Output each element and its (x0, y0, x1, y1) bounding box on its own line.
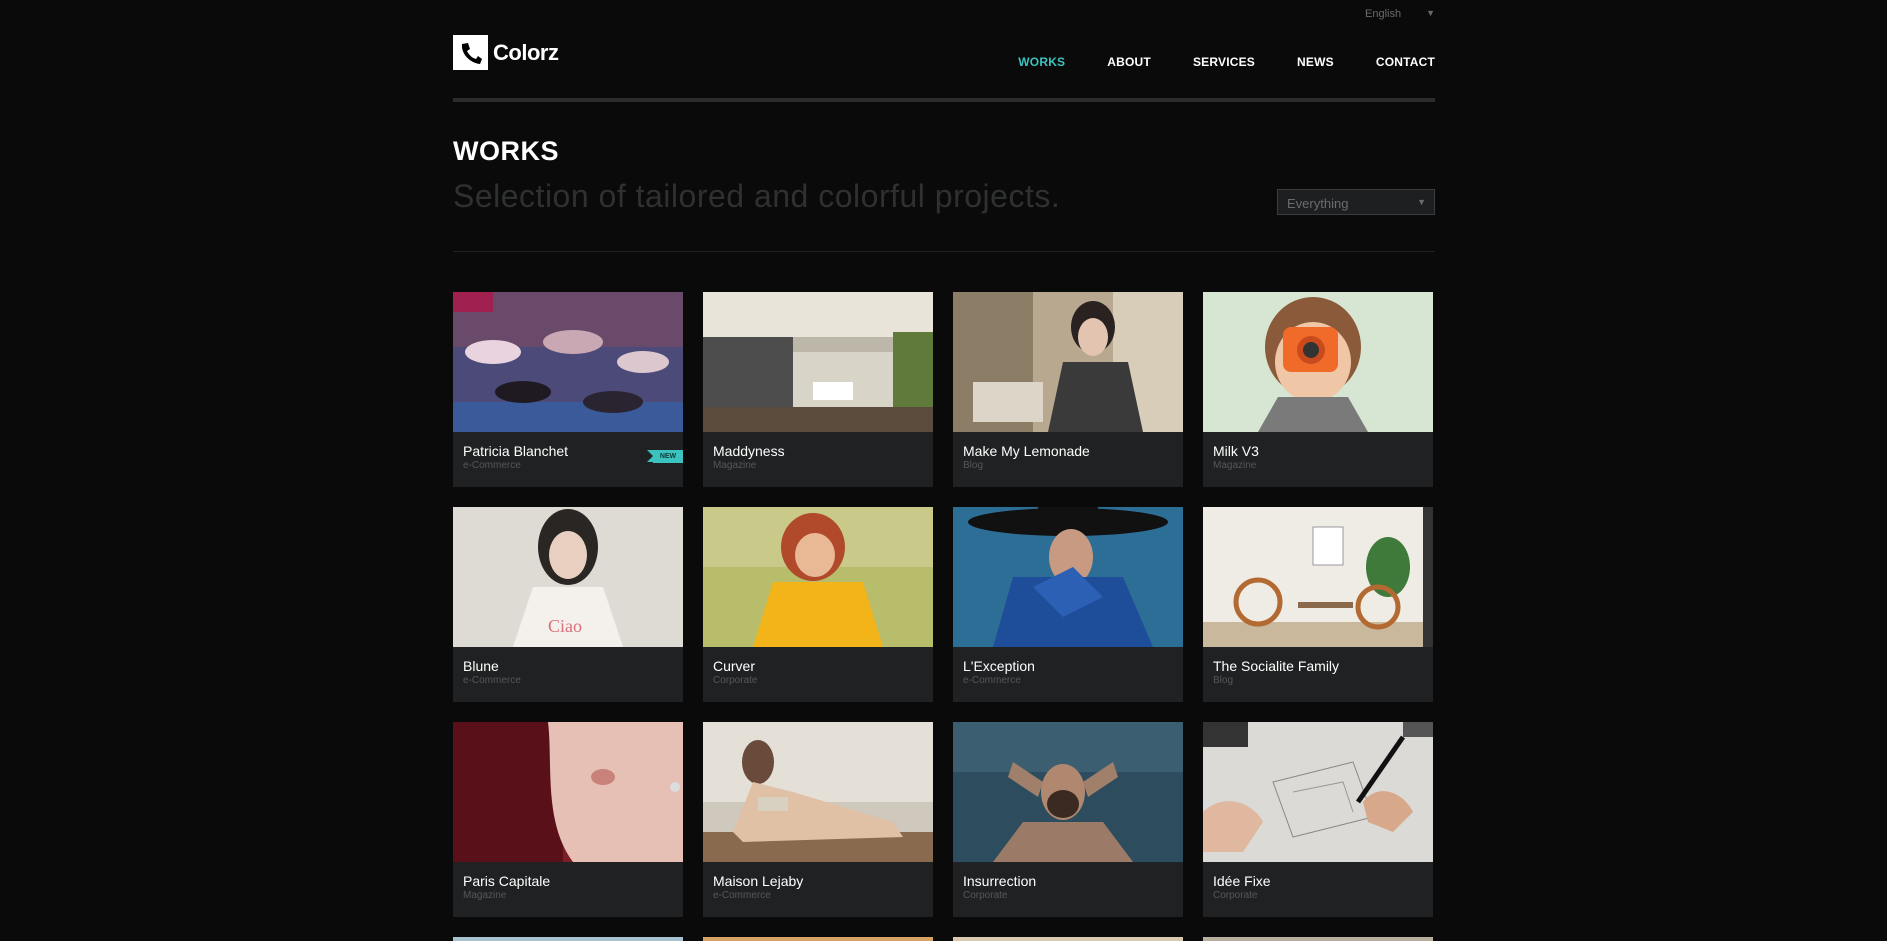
work-thumbnail (1203, 722, 1433, 862)
nav-contact[interactable]: CONTACT (1376, 55, 1435, 69)
work-category: e-Commerce (463, 460, 521, 471)
work-thumbnail (703, 507, 933, 647)
work-card[interactable]: Patricia Blanchet e-Commerce NEW (453, 292, 683, 487)
work-title: Paris Capitale (463, 873, 551, 889)
work-thumbnail (1203, 292, 1433, 432)
work-card-partial[interactable] (453, 937, 683, 941)
work-thumbnail (953, 292, 1183, 432)
chevron-down-icon: ▼ (1417, 197, 1426, 207)
work-category: e-Commerce (713, 890, 771, 901)
work-thumbnail: Ciao (453, 507, 683, 647)
work-thumbnail (953, 722, 1183, 862)
work-category: Magazine (1213, 460, 1257, 471)
work-title: Maddyness (713, 443, 785, 459)
nav-about[interactable]: ABOUT (1107, 55, 1151, 69)
work-category: e-Commerce (963, 675, 1021, 686)
logo-mark-icon (453, 35, 488, 70)
work-category: Corporate (1213, 890, 1258, 901)
work-card-partial[interactable] (703, 937, 933, 941)
work-card[interactable]: Make My Lemonade Blog (953, 292, 1183, 487)
header-divider (453, 98, 1435, 102)
work-thumbnail (703, 292, 933, 432)
nav-works[interactable]: WORKS (1018, 55, 1065, 69)
work-category: Corporate (963, 890, 1008, 901)
work-thumbnail (703, 722, 933, 862)
category-filter-select[interactable]: Everything ▼ (1277, 189, 1435, 215)
work-title: Insurrection (963, 873, 1037, 889)
section-divider (453, 251, 1435, 252)
filter-selected-value: Everything (1287, 196, 1349, 211)
work-thumbnail (1203, 507, 1433, 647)
work-title: Idée Fixe (1213, 873, 1271, 889)
main-nav: WORKS ABOUT SERVICES NEWS CONTACT (976, 55, 1435, 69)
work-title: Curver (713, 658, 756, 674)
work-category: Corporate (713, 675, 758, 686)
svg-text:Ciao: Ciao (548, 616, 582, 636)
work-category: Magazine (713, 460, 757, 471)
logo-text: Colorz (493, 39, 559, 65)
work-card[interactable]: Curver Corporate (703, 507, 933, 702)
work-category: Blog (963, 460, 984, 471)
work-card[interactable]: Ciao Blune e-Commerce (453, 507, 683, 702)
work-card[interactable]: Maddyness Magazine (703, 292, 933, 487)
work-title: Maison Lejaby (713, 873, 804, 889)
nav-news[interactable]: NEWS (1297, 55, 1334, 69)
work-card[interactable]: The Socialite Family Blog (1203, 507, 1433, 702)
work-thumbnail (453, 722, 683, 862)
new-badge: NEW (647, 450, 683, 463)
work-thumbnail (953, 507, 1183, 647)
work-card[interactable]: Idée Fixe Corporate (1203, 722, 1433, 917)
chevron-down-icon: ▼ (1426, 8, 1435, 18)
page-wrapper: English ▼ Colorz WORKS ABOUT SERVICES NE… (453, 0, 1435, 941)
work-card[interactable]: Maison Lejaby e-Commerce (703, 722, 933, 917)
work-title: Make My Lemonade (963, 443, 1090, 459)
page-title: WORKS (453, 136, 559, 166)
work-card-partial[interactable] (1203, 937, 1433, 941)
logo[interactable]: Colorz (453, 35, 559, 70)
work-title: Patricia Blanchet (463, 443, 569, 459)
work-category: Blog (1213, 675, 1234, 686)
work-title: L'Exception (963, 658, 1035, 674)
work-card[interactable]: L'Exception e-Commerce (953, 507, 1183, 702)
work-card[interactable]: Insurrection Corporate (953, 722, 1183, 917)
work-thumbnail (453, 292, 683, 432)
page-subtitle: Selection of tailored and colorful proje… (453, 178, 1061, 214)
work-card-partial[interactable] (953, 937, 1183, 941)
nav-services[interactable]: SERVICES (1193, 55, 1255, 69)
language-label: English (1365, 8, 1402, 20)
work-title: The Socialite Family (1213, 658, 1340, 674)
work-title: Blune (463, 658, 499, 674)
work-title: Milk V3 (1213, 443, 1259, 459)
work-category: e-Commerce (463, 675, 521, 686)
language-selector[interactable]: English ▼ (1365, 6, 1435, 22)
work-category: Magazine (463, 890, 507, 901)
work-card[interactable]: Milk V3 Magazine (1203, 292, 1433, 487)
work-card[interactable]: Paris Capitale Magazine (453, 722, 683, 917)
